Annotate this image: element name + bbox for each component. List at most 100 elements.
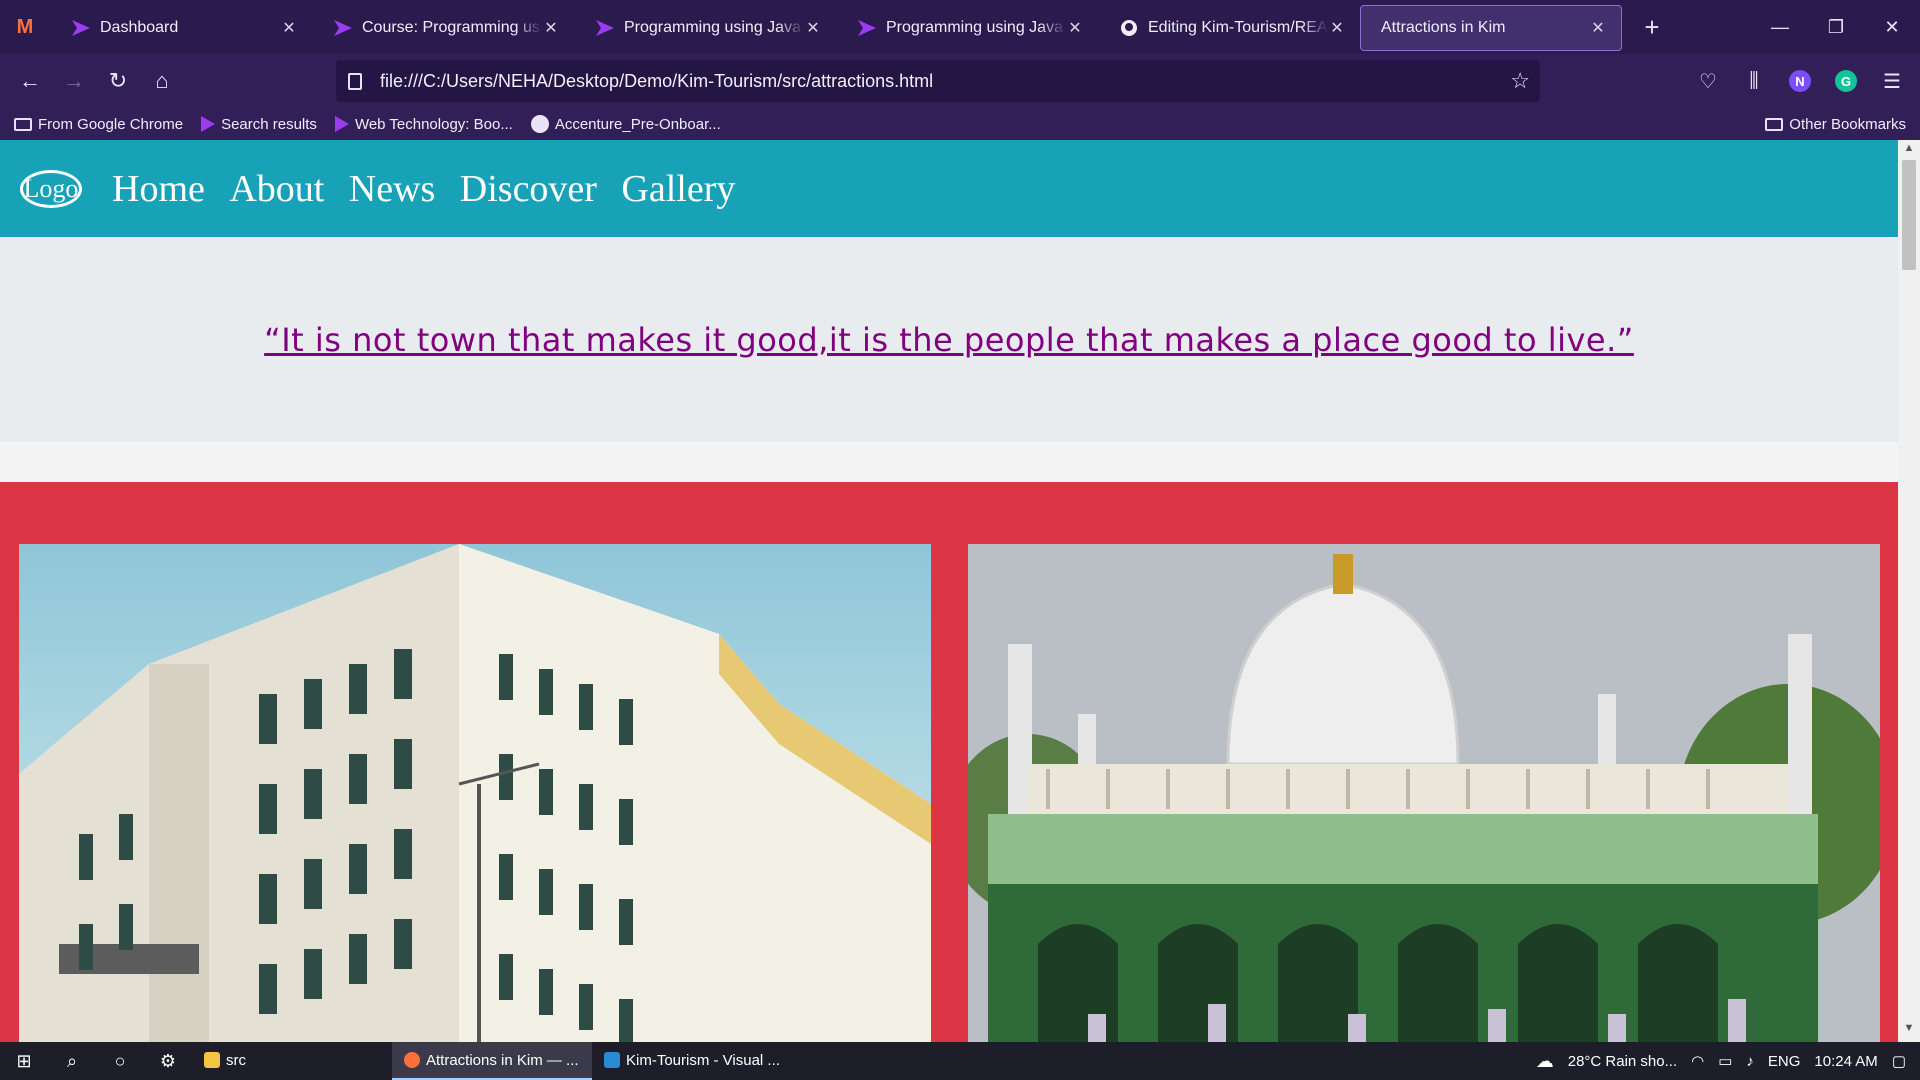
tab-github-readme[interactable]: Editing Kim-Tourism/READM ✕	[1098, 5, 1360, 51]
profile-extension-icon[interactable]: N	[1782, 63, 1818, 99]
taskbar-app-explorer[interactable]: src	[192, 1042, 392, 1080]
wifi-icon[interactable]: ◠	[1691, 1052, 1704, 1070]
bookmark-accenture[interactable]: Accenture_Pre-Onboar...	[530, 115, 721, 133]
settings-gear-icon[interactable]: ⚙	[144, 1042, 192, 1080]
firefox-icon	[404, 1052, 420, 1068]
bookmark-label: Accenture_Pre-Onboar...	[554, 115, 721, 133]
language-indicator[interactable]: ENG	[1768, 1053, 1801, 1070]
tab-java-core[interactable]: Programming using Java Cor ✕	[574, 5, 836, 51]
site-nav: Home About News Discover Gallery	[112, 167, 755, 211]
bookmark-web-technology[interactable]: Web Technology: Boo...	[334, 115, 513, 133]
windows-taskbar: ⊞ ⌕ ○ ⚙ src Attractions in Kim — ... Kim…	[0, 1042, 1920, 1080]
bookmark-other-bookmarks[interactable]: Other Bookmarks	[1765, 116, 1906, 133]
taskbar-app-firefox[interactable]: Attractions in Kim — ...	[392, 1042, 592, 1080]
close-icon[interactable]: ✕	[542, 18, 560, 38]
tab-label: Programming using Java Cor	[624, 19, 804, 36]
url-text[interactable]: file:///C:/Users/NEHA/Desktop/Demo/Kim-T…	[380, 71, 933, 92]
site-logo[interactable]: Logo	[20, 169, 82, 208]
close-icon[interactable]: ✕	[1066, 18, 1084, 38]
close-icon[interactable]: ✕	[1328, 18, 1346, 38]
minimize-icon[interactable]: —	[1752, 0, 1808, 54]
bookmark-from-google-chrome[interactable]: From Google Chrome	[14, 116, 183, 133]
bookmark-label: From Google Chrome	[38, 115, 184, 133]
home-icon[interactable]: ⌂	[140, 59, 184, 103]
battery-icon[interactable]: ▭	[1718, 1052, 1732, 1070]
search-icon[interactable]: ⌕	[48, 1042, 96, 1080]
browser-tab-bar: M Dashboard ✕ Course: Programming using …	[0, 0, 1920, 54]
dargah-dome-image	[968, 544, 1880, 1042]
taskbar-app-label: src	[226, 1051, 246, 1069]
bookmark-star-icon[interactable]: ☆	[1510, 68, 1530, 94]
page-icon	[348, 72, 362, 90]
arrow-icon	[72, 20, 90, 36]
bookmark-label: Web Technology: Boo...	[354, 115, 513, 133]
forward-icon[interactable]: →	[52, 59, 96, 103]
scrollbar-thumb[interactable]	[1902, 160, 1916, 270]
quote-banner: “It is not town that makes it good,it is…	[0, 237, 1898, 442]
nav-link-about[interactable]: About	[229, 168, 324, 210]
bookmark-label: Other Bookmarks	[1789, 115, 1906, 133]
cortana-icon[interactable]: ○	[96, 1042, 144, 1080]
attractions-section	[0, 482, 1898, 1042]
page-scrollbar[interactable]: ▲ ▼	[1898, 140, 1920, 1042]
window-controls: — ❐ ✕	[1752, 0, 1920, 54]
vscode-icon	[604, 1052, 620, 1068]
github-icon	[530, 115, 549, 133]
tab-course-java[interactable]: Course: Programming using J ✕	[312, 5, 574, 51]
tab-attractions-in-kim[interactable]: Attractions in Kim ✕	[1360, 5, 1622, 51]
grammarly-badge: G	[1835, 70, 1857, 92]
tab-dashboard[interactable]: Dashboard ✕	[50, 5, 312, 51]
nav-link-home[interactable]: Home	[112, 168, 205, 210]
reload-icon[interactable]: ↻	[96, 59, 140, 103]
windows-start-icon[interactable]: ⊞	[0, 1042, 48, 1080]
menu-icon[interactable]: ☰	[1874, 63, 1910, 99]
folder-icon	[1765, 117, 1784, 131]
arrow-icon	[596, 20, 614, 36]
system-tray: ☁ 28°C Rain sho... ◠ ▭ ♪ ENG 10:24 AM ▢	[1536, 1042, 1920, 1080]
grammarly-icon[interactable]: G	[1828, 63, 1864, 99]
tab-label: Editing Kim-Tourism/READM	[1148, 19, 1328, 36]
taskbar-app-label: Kim-Tourism - Visual ...	[626, 1051, 780, 1069]
nav-link-gallery[interactable]: Gallery	[621, 168, 735, 210]
bookmark-label: Search results	[221, 115, 317, 133]
weather-text[interactable]: 28°C Rain sho...	[1568, 1053, 1677, 1070]
gmail-icon[interactable]: M	[0, 0, 50, 54]
pocket-icon[interactable]: ♡	[1690, 63, 1726, 99]
avatar: N	[1789, 70, 1811, 92]
restore-icon[interactable]: ❐	[1808, 0, 1864, 54]
weather-icon[interactable]: ☁	[1536, 1051, 1554, 1072]
taskbar-app-label: Attractions in Kim — ...	[426, 1051, 579, 1069]
folder-icon	[14, 117, 32, 131]
clock[interactable]: 10:24 AM	[1814, 1053, 1877, 1070]
tab-label: Dashboard	[100, 19, 179, 36]
close-icon[interactable]: ✕	[280, 18, 298, 38]
toolbar-right: ♡ ⫼ N G ☰	[1690, 54, 1910, 108]
close-icon[interactable]: ✕	[1589, 18, 1607, 38]
close-icon[interactable]: ✕	[804, 18, 822, 38]
browser-nav-bar: ← → ↻ ⌂ file:///C:/Users/NEHA/Desktop/De…	[0, 54, 1920, 108]
address-bar[interactable]: file:///C:/Users/NEHA/Desktop/Demo/Kim-T…	[336, 60, 1540, 102]
folder-icon	[204, 1052, 220, 1068]
scroll-down-icon[interactable]: ▼	[1898, 1022, 1920, 1040]
quote-link[interactable]: “It is not town that makes it good,it is…	[264, 321, 1634, 359]
nav-link-discover[interactable]: Discover	[460, 168, 597, 210]
scroll-up-icon[interactable]: ▲	[1898, 142, 1920, 160]
taskbar-app-vscode[interactable]: Kim-Tourism - Visual ...	[592, 1042, 792, 1080]
bookmarks-bar: From Google Chrome Search results Web Te…	[0, 108, 1920, 140]
arrow-icon	[334, 116, 349, 132]
back-icon[interactable]: ←	[8, 59, 52, 103]
college-building-image	[19, 544, 931, 1042]
tab-java-modules[interactable]: Programming using Java Mo ✕	[836, 5, 1098, 51]
new-tab-button[interactable]: +	[1632, 12, 1672, 43]
close-window-icon[interactable]: ✕	[1864, 0, 1920, 54]
page-viewport: Logo Home About News Discover Gallery “I…	[0, 140, 1920, 1042]
arrow-icon	[334, 20, 352, 36]
github-icon	[1121, 20, 1137, 36]
tab-label: Programming using Java Mo	[886, 19, 1066, 36]
notifications-icon[interactable]: ▢	[1892, 1052, 1906, 1070]
volume-icon[interactable]: ♪	[1746, 1053, 1754, 1070]
bookmark-search-results[interactable]: Search results	[201, 116, 317, 133]
nav-link-news[interactable]: News	[349, 168, 436, 210]
tab-label: Course: Programming using J	[362, 19, 542, 36]
library-icon[interactable]: ⫼	[1736, 63, 1772, 99]
